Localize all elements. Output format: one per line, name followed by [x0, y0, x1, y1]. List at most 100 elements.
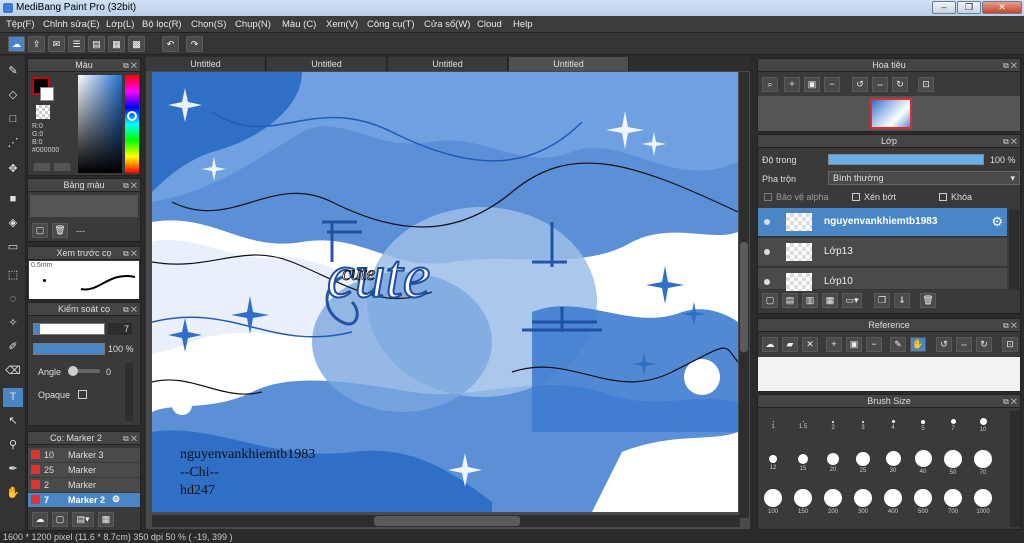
panel-float-icon[interactable]: ⧉ ✕ [1003, 59, 1017, 72]
cloud-icon[interactable]: ☁ [8, 36, 25, 52]
menu-layer[interactable]: Lớp(L) [106, 19, 134, 30]
brush-size-slider[interactable] [33, 323, 105, 335]
panel-float-icon[interactable]: ⧉ ✕ [123, 179, 137, 192]
brush-size-option[interactable]: 70 [970, 450, 996, 476]
new-halftone-layer-icon[interactable]: ▤ [782, 293, 798, 308]
brush-size-option[interactable]: 1000 [970, 489, 996, 515]
chat-icon[interactable]: ☰ [68, 36, 85, 52]
brush-list-item-selected[interactable]: 7 Marker 2 ⚙ [28, 493, 140, 507]
brush-size-option[interactable]: 500 [910, 489, 936, 515]
bucket-tool-icon[interactable]: ◈ [3, 214, 23, 233]
menu-filter[interactable]: Bộ lọc(R) [142, 19, 182, 30]
panel-float-icon[interactable]: ⧉ ✕ [123, 432, 137, 445]
reset-view-icon[interactable]: ⊡ [1002, 337, 1018, 352]
menu-window[interactable]: Cửa sổ(W) [424, 19, 470, 30]
brush-size-option[interactable]: 5 [910, 420, 936, 432]
delete-palette-icon[interactable]: 🗑 [52, 223, 68, 238]
eraser-tool-icon[interactable]: ◇ [3, 86, 23, 105]
merge-layer-icon[interactable]: ⇓ [894, 293, 910, 308]
document-icon[interactable]: ▤ [88, 36, 105, 52]
magic-wand-tool-icon[interactable]: ✧ [3, 314, 23, 333]
new-brush-icon[interactable]: ▢ [52, 512, 68, 527]
clipping-checkbox[interactable] [852, 193, 860, 201]
brush-size-value[interactable]: 7 [108, 323, 132, 335]
flip-icon[interactable]: ⇔ [872, 77, 888, 92]
restore-button[interactable]: ❐ [957, 1, 981, 14]
eye-icon[interactable] [764, 249, 770, 255]
rotate-right-icon[interactable]: ↻ [976, 337, 992, 352]
reference-canvas[interactable] [758, 357, 1020, 391]
pen-tool-icon[interactable]: ✒ [3, 460, 23, 479]
menu-view[interactable]: Xem(V) [326, 19, 358, 30]
brush-size-option[interactable]: 20 [820, 453, 846, 473]
zoom-out-icon[interactable]: − [824, 77, 840, 92]
select-pen-tool-icon[interactable]: ✐ [3, 338, 23, 357]
layer-opacity-slider[interactable] [828, 154, 984, 165]
vertical-scrollbar[interactable] [739, 72, 749, 518]
select-tool-icon[interactable]: ⬚ [3, 266, 23, 285]
brush-size-option[interactable]: 200 [820, 489, 846, 515]
menu-tools[interactable]: Công cụ(T) [367, 19, 415, 30]
panel-float-icon[interactable]: ⧉ ✕ [123, 303, 137, 316]
grid-list-icon[interactable]: ▦ [108, 36, 125, 52]
panel-float-icon[interactable]: ⧉ ✕ [1003, 395, 1017, 408]
rotate-right-icon[interactable]: ↻ [892, 77, 908, 92]
gear-icon[interactable]: ⚙ [991, 214, 1003, 230]
delete-layer-icon[interactable]: 🗑 [920, 293, 936, 308]
tab-untitled-2[interactable]: Untitled [267, 57, 387, 71]
flip-icon[interactable]: ⇔ [956, 337, 972, 352]
panel-float-icon[interactable]: ⧉ ✕ [123, 59, 137, 72]
new-1bit-layer-icon[interactable]: ▦ [822, 293, 838, 308]
layer-row[interactable]: Lớp13 [758, 238, 1007, 267]
brush-tool-icon[interactable]: ✎ [3, 62, 23, 81]
color-swap-button[interactable] [54, 163, 70, 171]
zoom-in-icon[interactable]: + [826, 337, 842, 352]
panel-float-icon[interactable]: ⧉ ✕ [1003, 319, 1017, 332]
brush-size-option[interactable]: 150 [790, 489, 816, 515]
panel-float-icon[interactable]: ⧉ ✕ [1003, 135, 1017, 148]
brush-size-option[interactable]: 3 [850, 421, 876, 431]
tab-untitled-1[interactable]: Untitled [146, 57, 266, 71]
protect-alpha-checkbox[interactable] [764, 193, 772, 201]
zoom-out-icon[interactable]: − [866, 337, 882, 352]
eye-icon[interactable] [764, 219, 770, 225]
brush-list-item[interactable]: 25 Marker [28, 463, 140, 477]
gear-icon[interactable]: ⚙ [112, 494, 120, 505]
brush-size-option[interactable]: 100 [760, 489, 786, 515]
brush-size-option[interactable]: 40 [910, 450, 936, 475]
eye-icon[interactable] [764, 279, 770, 285]
brush-size-option[interactable]: 15 [790, 454, 816, 472]
zoom-in-icon[interactable]: + [784, 77, 800, 92]
layer-row[interactable]: Lớp10 [758, 268, 1007, 291]
export-icon[interactable]: ⇪ [28, 36, 45, 52]
horizontal-scrollbar[interactable] [152, 515, 740, 527]
operation-tool-icon[interactable]: ↖ [3, 412, 23, 431]
actual-size-icon[interactable]: ▣ [804, 77, 820, 92]
grid-icon[interactable]: ▩ [128, 36, 145, 52]
brush-size-option[interactable]: 400 [880, 489, 906, 515]
brush-list-item[interactable]: 2 Marker [28, 478, 140, 492]
new-layer-icon[interactable]: ▢ [762, 293, 778, 308]
gradient-tool-icon[interactable]: ▭ [3, 238, 23, 257]
brush-size-option[interactable]: 12 [760, 455, 786, 471]
reset-view-icon[interactable]: ⊡ [918, 77, 934, 92]
text-tool-icon[interactable]: T [3, 388, 23, 407]
new-8bit-layer-icon[interactable]: ▥ [802, 293, 818, 308]
brush-opacity-slider[interactable] [33, 343, 105, 355]
brush-size-option[interactable]: 25 [850, 452, 876, 474]
brush-menu-icon[interactable]: ▤▾ [72, 512, 94, 527]
menu-file[interactable]: Tệp(F) [6, 19, 35, 30]
blend-mode-select[interactable]: Bình thường ▾ [828, 171, 1020, 185]
menu-edit[interactable]: Chỉnh sửa(E) [43, 19, 100, 30]
brush-size-option[interactable]: 2 [820, 421, 846, 431]
vertical-scroll-thumb[interactable] [740, 242, 748, 352]
move-tool-icon[interactable]: ✥ [3, 160, 23, 179]
transparent-color-swatch[interactable] [36, 105, 50, 119]
opaque-checkbox[interactable] [78, 390, 87, 399]
palette-swatch-area[interactable] [30, 195, 138, 217]
open-folder-icon[interactable]: ▰ [782, 337, 798, 352]
brush-size-option[interactable]: 700 [940, 489, 966, 515]
lock-checkbox[interactable] [939, 193, 947, 201]
layer-scrollbar[interactable] [1009, 210, 1019, 290]
navigator-thumbnail[interactable] [870, 98, 912, 129]
